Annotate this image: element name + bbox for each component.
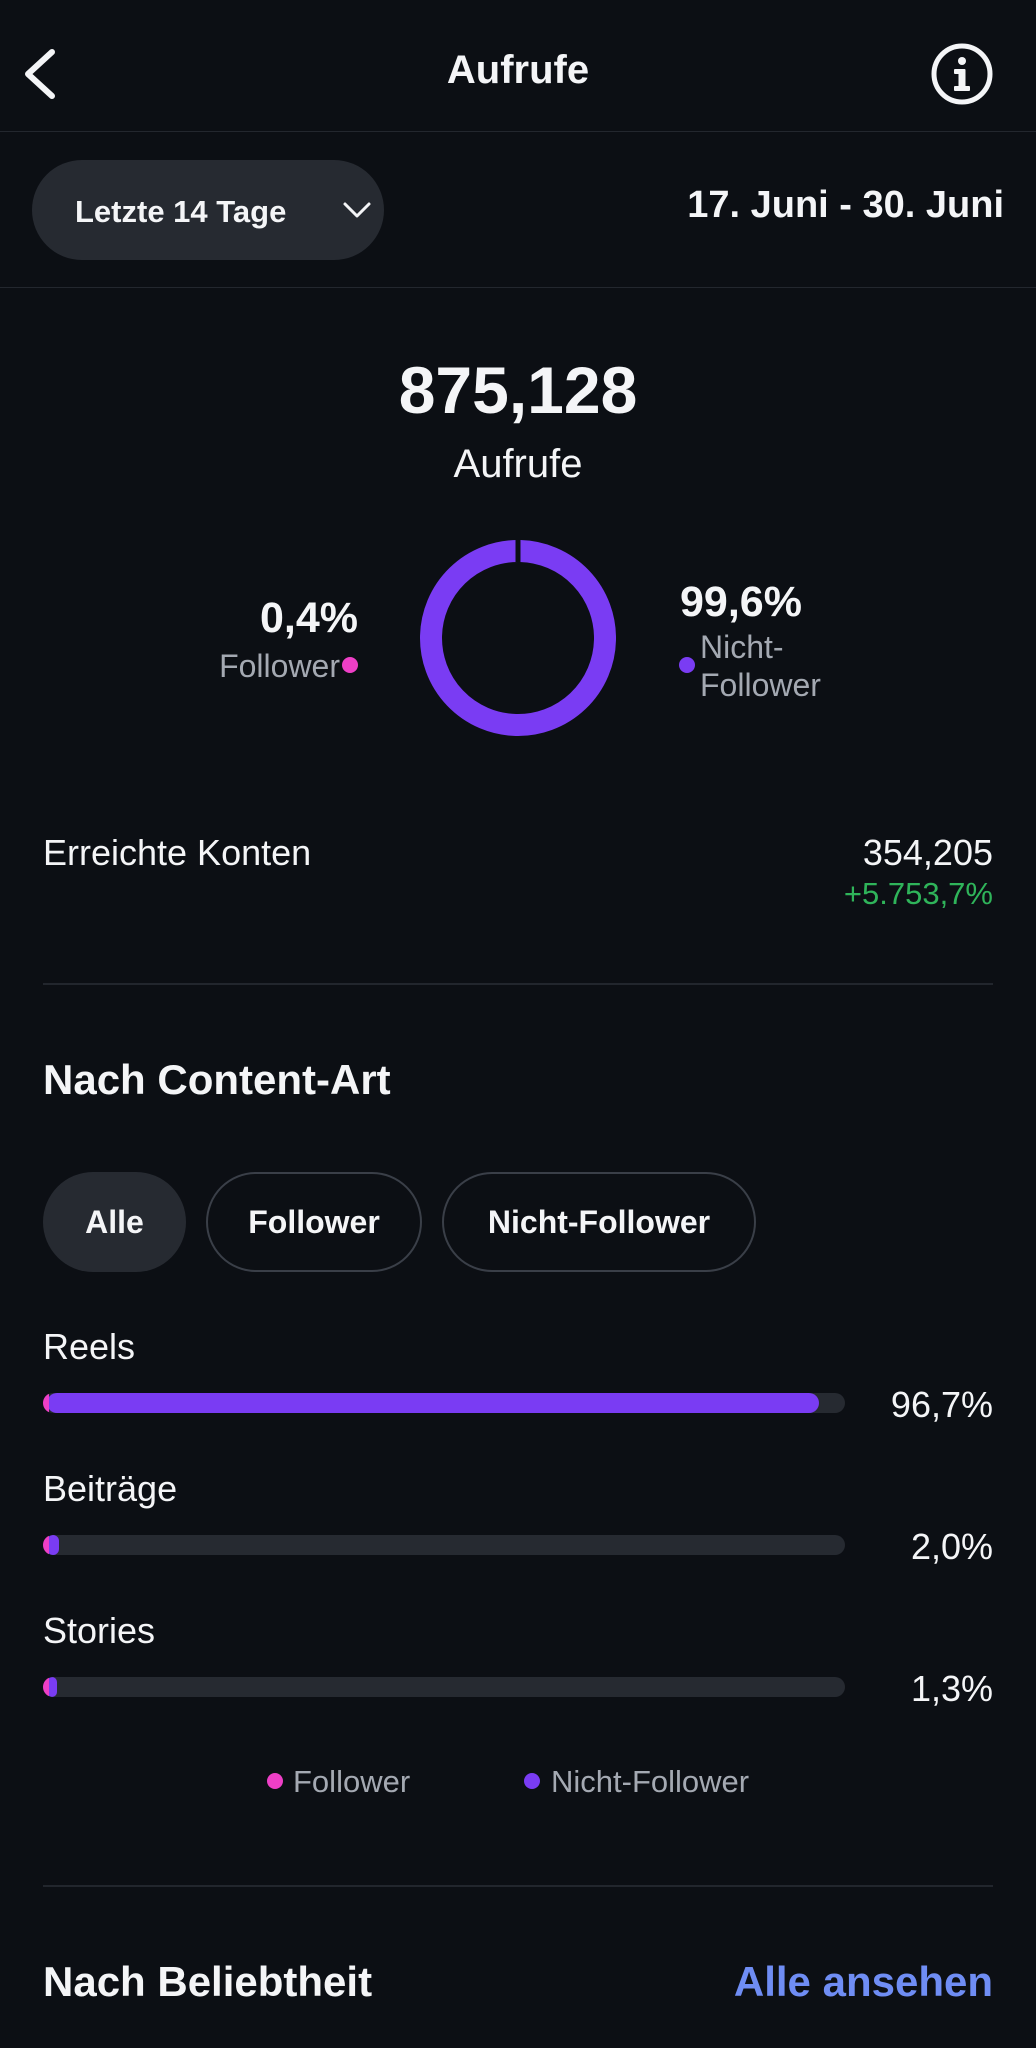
content-row-label: Reels <box>43 1326 136 1367</box>
content-row-label: Stories <box>43 1610 156 1651</box>
date-filter-row: Letzte 14 Tage 17. Juni - 30. Juni <box>0 132 1036 288</box>
non-follower-percentage: 99,6% <box>680 578 802 626</box>
insights-screen: Aufrufe Letzte 14 Tage 17. Juni - 30. Ju… <box>0 0 1036 2048</box>
content-row-bar-track <box>43 1535 845 1555</box>
follower-legend-dot <box>342 657 358 673</box>
non-follower-label: Nicht- Follower <box>700 628 821 704</box>
chip-all[interactable]: Alle <box>43 1172 186 1272</box>
legend-follower-label: Follower <box>293 1764 411 1799</box>
legend-non-follower-dot <box>524 1773 540 1789</box>
popularity-title: Nach Beliebtheit <box>43 1958 373 2005</box>
content-row-bar-follower <box>43 1535 49 1555</box>
content-row-bar-track <box>43 1393 845 1413</box>
content-row-bar-follower <box>43 1393 49 1413</box>
chevron-down-icon <box>343 202 371 218</box>
divider <box>43 983 993 985</box>
content-row-label: Beiträge <box>43 1468 178 1509</box>
follower-label: Follower <box>219 648 340 684</box>
non-follower-label-line2: Follower <box>700 667 821 703</box>
content-row-bar-non-follower <box>47 1393 819 1413</box>
range-dropdown-label: Letzte 14 Tage <box>75 194 287 229</box>
non-follower-legend-dot <box>679 657 695 673</box>
follower-percentage: 0,4% <box>259 594 358 642</box>
chip-non-follower[interactable]: Nicht-Follower <box>442 1172 756 1272</box>
accounts-reached-value: 354,205 <box>862 832 993 873</box>
total-views-value: 875,128 <box>398 353 638 427</box>
content-row-percentage: 96,7% <box>890 1384 993 1425</box>
range-dropdown[interactable]: Letzte 14 Tage <box>32 160 384 260</box>
top-bar: Aufrufe <box>0 0 1036 132</box>
follower-donut-chart <box>420 539 616 736</box>
content-row-percentage: 2,0% <box>910 1526 993 1567</box>
content-row-percentage: 1,3% <box>910 1668 993 1709</box>
legend-non-follower-label: Nicht-Follower <box>551 1764 750 1799</box>
see-all-link[interactable]: Alle ansehen <box>734 1958 993 2006</box>
donut-non-follower-arc <box>420 539 616 736</box>
content-row-bar-track <box>43 1677 845 1697</box>
info-icon[interactable] <box>930 42 994 106</box>
divider <box>43 1885 993 1887</box>
chip-follower[interactable]: Follower <box>206 1172 422 1272</box>
legend-follower-dot <box>267 1773 283 1789</box>
accounts-reached-label: Erreichte Konten <box>43 832 312 873</box>
content-type-title: Nach Content-Art <box>43 1056 391 1103</box>
date-range: 17. Juni - 30. Juni <box>687 184 1004 226</box>
page-title: Aufrufe <box>446 48 590 92</box>
accounts-reached-change: +5.753,7% <box>843 876 993 911</box>
total-views-label: Aufrufe <box>453 442 583 486</box>
non-follower-label-line1: Nicht- <box>700 629 784 665</box>
content-row-bar-follower <box>43 1677 49 1697</box>
